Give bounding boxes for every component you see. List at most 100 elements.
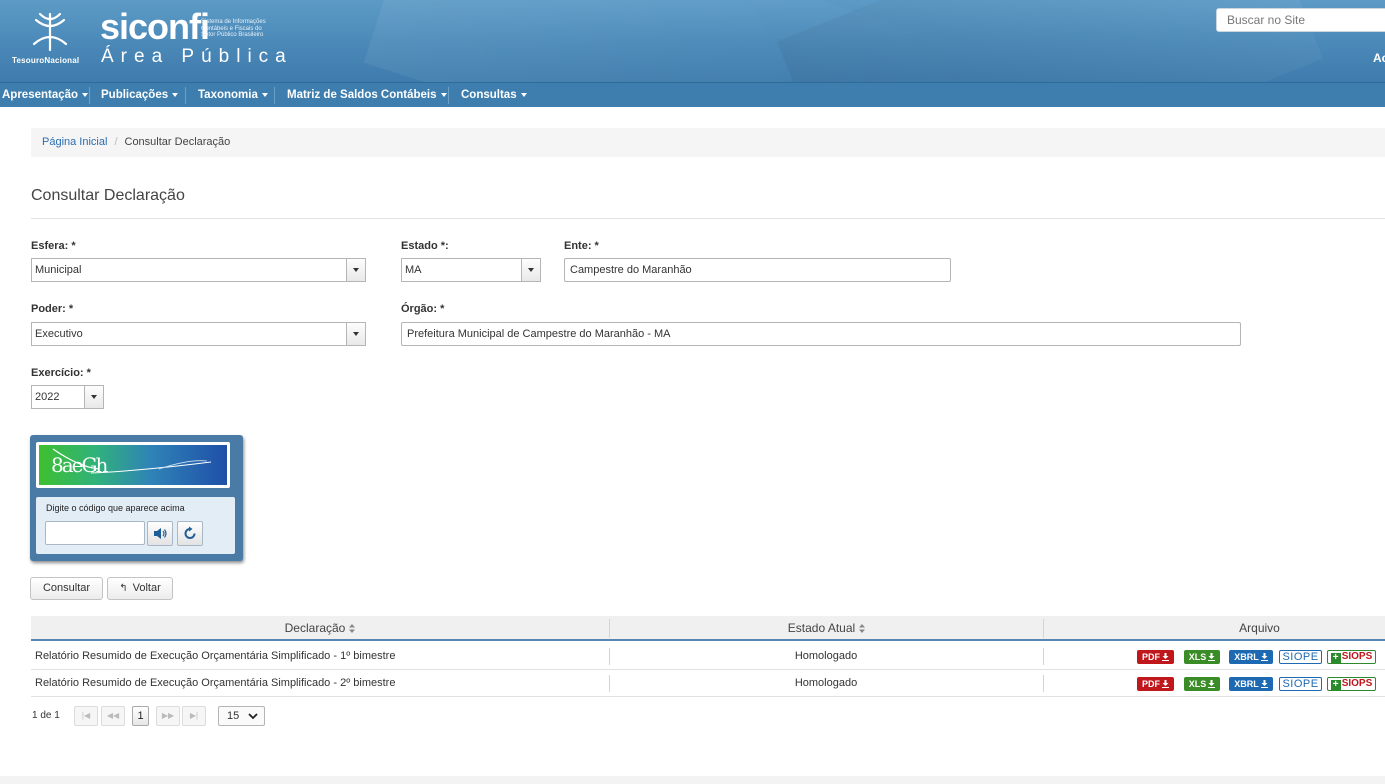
xls-download-button[interactable]: XLS (1184, 650, 1220, 664)
captcha-widget: 8aeGh Digite o código que aparece acima (30, 435, 243, 561)
xls-label: XLS (1188, 679, 1207, 689)
xbrl-download-button[interactable]: XBRL (1229, 650, 1273, 664)
nav-divider (274, 87, 275, 104)
nav-label: Publicações (101, 89, 169, 101)
breadcrumb-separator: / (114, 136, 118, 148)
column-header-arquivo: Arquivo (1239, 621, 1280, 635)
cell-divider (1043, 675, 1044, 692)
title-divider (31, 218, 1385, 219)
pager-last-button[interactable]: ▶| (182, 706, 206, 726)
pager-prev-button[interactable]: ◀◀ (101, 706, 125, 726)
captcha-audio-button[interactable] (147, 521, 173, 546)
orgao-input[interactable]: Prefeitura Municipal de Campestre do Mar… (401, 322, 1241, 346)
estado-cell: Homologado (794, 677, 858, 689)
plus-icon: + (1330, 653, 1341, 663)
site-search-input[interactable]: Buscar no Site (1216, 8, 1385, 32)
captcha-hint: Digite o código que aparece acima (46, 503, 185, 513)
ente-input[interactable]: Campestre do Maranhão (564, 258, 951, 282)
voltar-button[interactable]: ↰ Voltar (107, 577, 173, 600)
nav-item-consultas[interactable]: Consultas (461, 83, 527, 108)
nav-label: Taxonomia (198, 89, 258, 101)
breadcrumb-current: Consultar Declaração (124, 136, 231, 148)
dropdown-arrow-icon[interactable] (346, 259, 365, 281)
captcha-image-canvas: 8aeGh (39, 445, 227, 485)
tesouro-nacional-text: TesouroNacional (12, 56, 80, 65)
poder-select[interactable]: Executivo (31, 322, 366, 346)
nav-label: Consultas (461, 89, 517, 101)
ente-label: Ente: * (564, 240, 599, 252)
esfera-value: Municipal (35, 264, 82, 276)
xls-label: XLS (1188, 652, 1207, 662)
pdf-download-button[interactable]: PDF (1137, 677, 1174, 691)
pager-next-button[interactable]: ▶▶ (156, 706, 180, 726)
siops-button[interactable]: + SIOPS (1327, 677, 1376, 691)
plus-icon: + (1330, 680, 1341, 690)
declaracao-cell: Relatório Resumido de Execução Orçamentá… (35, 677, 396, 689)
exercicio-select[interactable]: 2022 (31, 385, 104, 409)
breadcrumb: Página Inicial / Consultar Declaração (31, 128, 1385, 157)
column-label: Declaração (284, 621, 346, 635)
xbrl-download-button[interactable]: XBRL (1229, 677, 1273, 691)
exercicio-value: 2022 (35, 391, 60, 403)
sort-icon (349, 624, 356, 633)
captcha-code: 8aeGh (51, 453, 108, 477)
pdf-download-button[interactable]: PDF (1137, 650, 1174, 664)
siconfi-subtitle: Sistema de Informações Contábeis e Fisca… (201, 19, 291, 39)
dropdown-arrow-icon[interactable] (346, 323, 365, 345)
tesouro-emblem-icon (32, 12, 68, 52)
nav-divider (89, 87, 90, 104)
xbrl-label: XBRL (1234, 652, 1259, 662)
pager-first-button[interactable]: |◀ (74, 706, 98, 726)
siops-label: SIOPS (1341, 651, 1373, 662)
breadcrumb-home-link[interactable]: Página Inicial (42, 136, 107, 148)
speaker-icon (154, 528, 167, 539)
xls-download-button[interactable]: XLS (1184, 677, 1220, 691)
esfera-select[interactable]: Municipal (31, 258, 366, 282)
dropdown-arrow-icon[interactable] (84, 386, 103, 408)
nav-item-taxonomia[interactable]: Taxonomia (198, 83, 268, 108)
orgao-label: Órgão: * (401, 303, 445, 315)
estado-select[interactable]: MA (401, 258, 541, 282)
header-link-truncated[interactable]: Ac (1373, 51, 1385, 65)
nav-divider (448, 87, 449, 104)
estado-label: Estado *: (401, 240, 449, 252)
download-icon (1260, 653, 1268, 661)
column-header-estado[interactable]: Estado Atual (610, 616, 1043, 641)
page-title: Consultar Declaração (31, 187, 185, 204)
nav-label: Apresentação (2, 89, 79, 101)
esfera-label: Esfera: * (31, 240, 76, 252)
column-header-declaracao[interactable]: Declaração (31, 616, 609, 641)
main-nav: Apresentação Publicações Taxonomia Matri… (0, 82, 1385, 107)
caret-down-icon (440, 92, 447, 97)
exercicio-label: Exercício: * (31, 367, 91, 379)
column-label: Estado Atual (787, 621, 856, 635)
dropdown-arrow-icon[interactable] (521, 259, 540, 281)
download-icon (1260, 680, 1268, 688)
pager-page-button[interactable]: 1 (132, 706, 149, 726)
page-size-select[interactable]: 15 (218, 706, 265, 726)
table-row: Relatório Resumido de Execução Orçamentá… (31, 643, 1385, 670)
estado-cell: Homologado (794, 650, 858, 662)
download-icon (1162, 653, 1169, 661)
siconfi-logo[interactable]: siconfi (100, 6, 210, 48)
table-header: Declaração Estado Atual Arquivo (31, 616, 1385, 641)
captcha-refresh-button[interactable] (177, 521, 203, 546)
captcha-input[interactable] (45, 521, 145, 545)
page-size-value: 15 (227, 710, 240, 722)
download-icon (1162, 680, 1169, 688)
siope-button[interactable]: SIOPE (1279, 677, 1322, 691)
declaracao-cell: Relatório Resumido de Execução Orçamentá… (35, 650, 396, 662)
nav-item-apresentacao[interactable]: Apresentação (2, 83, 89, 108)
tesouro-nacional-logo[interactable]: TesouroNacional (12, 10, 90, 66)
caret-down-icon (82, 92, 89, 97)
siops-button[interactable]: + SIOPS (1327, 650, 1376, 664)
consultar-button[interactable]: Consultar (30, 577, 103, 600)
nav-item-matriz[interactable]: Matriz de Saldos Contábeis (287, 83, 447, 108)
sort-icon (859, 624, 866, 633)
nav-item-publicacoes[interactable]: Publicações (101, 83, 179, 108)
subtitle-line-3: Setor Público Brasileiro (201, 32, 264, 38)
siope-button[interactable]: SIOPE (1279, 650, 1322, 664)
estado-value: MA (405, 264, 422, 276)
back-arrow-icon: ↰ (119, 583, 128, 594)
poder-value: Executivo (35, 328, 83, 340)
